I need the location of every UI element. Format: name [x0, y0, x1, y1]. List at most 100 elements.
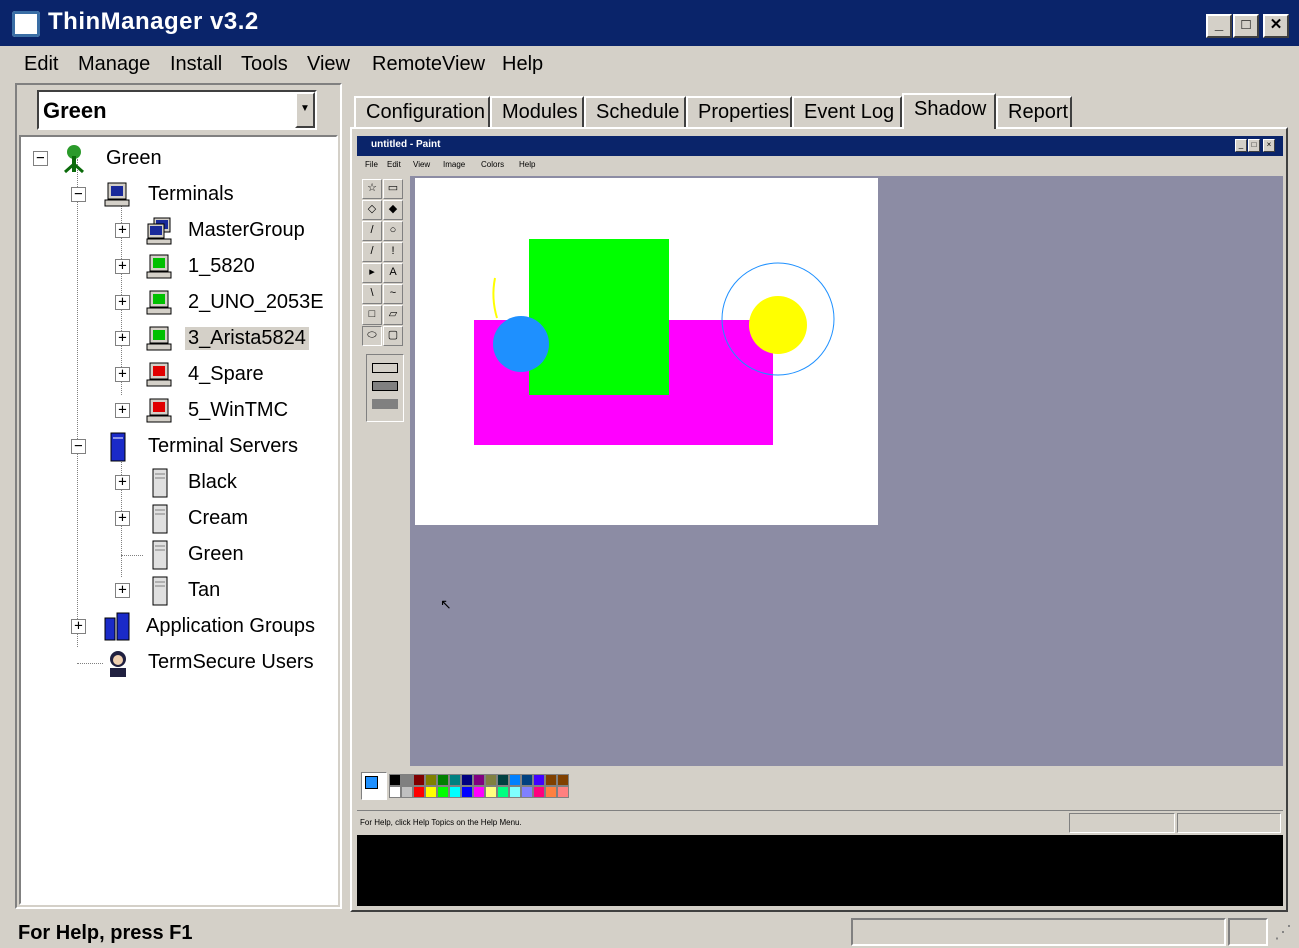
tab-modules[interactable]: Modules: [490, 96, 584, 128]
color-swatch[interactable]: [473, 786, 485, 798]
free-select-tool[interactable]: ☆: [362, 179, 382, 199]
expand-icon[interactable]: +: [115, 367, 130, 382]
chevron-down-icon[interactable]: ▼: [295, 92, 315, 128]
expand-icon[interactable]: +: [71, 619, 86, 634]
color-swatch[interactable]: [509, 774, 521, 786]
tab-schedule[interactable]: Schedule: [584, 96, 686, 128]
tab-configuration[interactable]: Configuration: [354, 96, 490, 128]
color-swatch[interactable]: [521, 774, 533, 786]
color-swatch[interactable]: [449, 774, 461, 786]
tree-node-terminal-servers[interactable]: − Terminal Servers: [21, 429, 336, 465]
expand-icon[interactable]: +: [115, 295, 130, 310]
eraser-tool[interactable]: ◇: [362, 200, 382, 220]
color-swatch[interactable]: [521, 786, 533, 798]
color-swatch[interactable]: [533, 774, 545, 786]
tab-shadow[interactable]: Shadow: [902, 93, 996, 129]
expand-icon[interactable]: +: [115, 223, 130, 238]
color-swatch[interactable]: [461, 774, 473, 786]
menu-install[interactable]: Install: [170, 53, 222, 76]
color-swatch[interactable]: [437, 774, 449, 786]
color-swatch[interactable]: [545, 774, 557, 786]
tree-node-server[interactable]: Green: [21, 537, 336, 573]
expand-icon[interactable]: +: [115, 259, 130, 274]
close-button[interactable]: ✕: [1263, 14, 1289, 38]
tab-properties[interactable]: Properties: [686, 96, 792, 128]
collapse-icon[interactable]: −: [71, 187, 86, 202]
tree-node-application-groups[interactable]: + Application Groups: [21, 609, 336, 645]
color-swatch[interactable]: [533, 786, 545, 798]
color-swatch[interactable]: [509, 786, 521, 798]
color-swatch[interactable]: [485, 774, 497, 786]
select-tool[interactable]: ▭: [383, 179, 403, 199]
tree-node-terminal[interactable]: + 2_UNO_2053E: [21, 285, 336, 321]
menu-tools[interactable]: Tools: [241, 53, 288, 76]
color-swatch[interactable]: [557, 786, 569, 798]
minimize-button[interactable]: _: [1206, 14, 1232, 38]
shadow-view[interactable]: untitled - Paint _ □ × File Edit View Im…: [357, 136, 1283, 906]
color-swatch[interactable]: [485, 786, 497, 798]
ellipse-tool[interactable]: ⬭: [362, 326, 382, 346]
tree-node-root[interactable]: − Green: [21, 141, 336, 177]
group-select[interactable]: Green ▼: [37, 90, 317, 130]
outline-option[interactable]: [372, 363, 398, 373]
expand-icon[interactable]: +: [115, 475, 130, 490]
color-swatch[interactable]: [401, 786, 413, 798]
tree-node-server[interactable]: + Tan: [21, 573, 336, 609]
paint-minimize-button[interactable]: _: [1235, 139, 1247, 152]
paint-canvas[interactable]: [415, 178, 878, 525]
collapse-icon[interactable]: −: [33, 151, 48, 166]
tab-event-log[interactable]: Event Log: [792, 96, 902, 128]
paint-menu-help[interactable]: Help: [519, 160, 535, 169]
tree-node-terminal[interactable]: + MasterGroup: [21, 213, 336, 249]
pencil-tool[interactable]: /: [362, 242, 382, 262]
tab-report[interactable]: Report: [996, 96, 1072, 128]
expand-icon[interactable]: +: [115, 511, 130, 526]
resize-grip-icon[interactable]: ⋰: [1274, 922, 1292, 943]
expand-icon[interactable]: +: [115, 403, 130, 418]
menu-manage[interactable]: Manage: [78, 53, 150, 76]
rounded-rect-tool[interactable]: ▢: [383, 326, 403, 346]
polygon-tool[interactable]: ▱: [383, 305, 403, 325]
color-swatch[interactable]: [497, 786, 509, 798]
menu-remoteview[interactable]: RemoteView: [372, 53, 485, 76]
menu-view[interactable]: View: [307, 53, 350, 76]
fill-style-options[interactable]: [366, 354, 404, 422]
expand-icon[interactable]: +: [115, 331, 130, 346]
collapse-icon[interactable]: −: [71, 439, 86, 454]
tree-node-terminals[interactable]: − Terminals: [21, 177, 336, 213]
paint-menu-colors[interactable]: Colors: [481, 160, 504, 169]
color-swatch[interactable]: [389, 786, 401, 798]
airbrush-tool[interactable]: ▸: [362, 263, 382, 283]
fill-tool[interactable]: ◆: [383, 200, 403, 220]
line-tool[interactable]: \: [362, 284, 382, 304]
paint-menu-file[interactable]: File: [365, 160, 378, 169]
color-swatch[interactable]: [401, 774, 413, 786]
outline-fill-option[interactable]: [372, 381, 398, 391]
maximize-button[interactable]: □: [1233, 14, 1259, 38]
menu-help[interactable]: Help: [502, 53, 543, 76]
tree-node-terminal[interactable]: + 1_5820: [21, 249, 336, 285]
tree-node-server[interactable]: + Cream: [21, 501, 336, 537]
curve-tool[interactable]: ~: [383, 284, 403, 304]
color-swatch[interactable]: [425, 786, 437, 798]
magnifier-tool[interactable]: ○: [383, 221, 403, 241]
tree-node-terminal[interactable]: + 5_WinTMC: [21, 393, 336, 429]
color-swatch[interactable]: [425, 774, 437, 786]
app-icon[interactable]: [12, 11, 40, 37]
color-swatch[interactable]: [413, 786, 425, 798]
fill-option[interactable]: [372, 399, 398, 409]
paint-menu-image[interactable]: Image: [443, 160, 465, 169]
pick-color-tool[interactable]: /: [362, 221, 382, 241]
tree-node-terminal[interactable]: + 3_Arista5824: [21, 321, 336, 357]
tree-node-termsecure-users[interactable]: TermSecure Users: [21, 645, 336, 681]
color-swatch[interactable]: [557, 774, 569, 786]
expand-icon[interactable]: +: [115, 583, 130, 598]
color-swatch[interactable]: [473, 774, 485, 786]
tree-node-server[interactable]: + Black: [21, 465, 336, 501]
paint-close-button[interactable]: ×: [1263, 139, 1275, 152]
rectangle-tool[interactable]: □: [362, 305, 382, 325]
color-swatch[interactable]: [461, 786, 473, 798]
color-swatch[interactable]: [497, 774, 509, 786]
color-swatch[interactable]: [449, 786, 461, 798]
paint-menu-edit[interactable]: Edit: [387, 160, 401, 169]
